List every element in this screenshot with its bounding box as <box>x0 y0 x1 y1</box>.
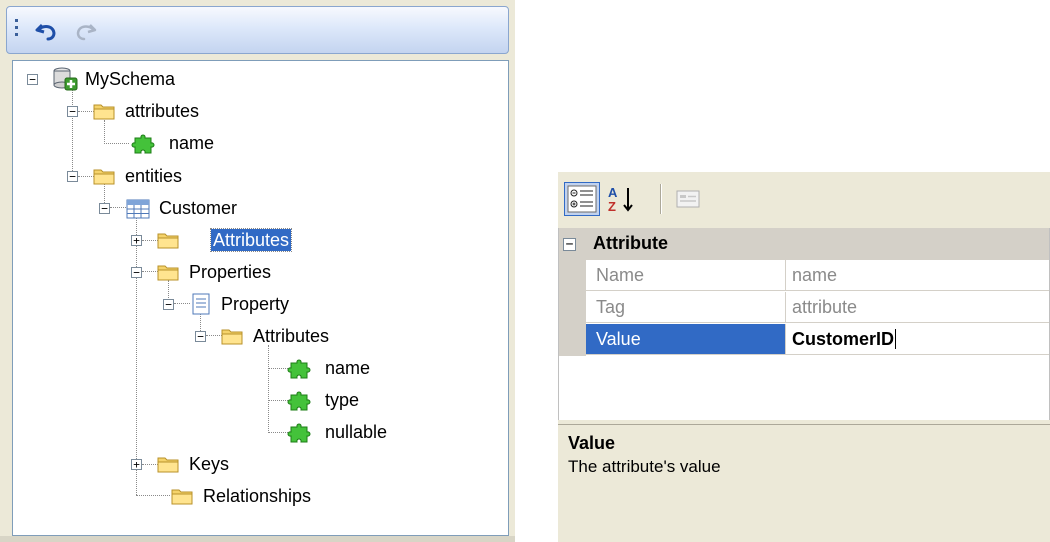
tree-node-relationships[interactable]: Relationships <box>131 482 351 510</box>
collapse-icon[interactable]: − <box>67 106 78 117</box>
folder-icon <box>171 489 193 505</box>
redo-button[interactable] <box>71 17 99 45</box>
panel-bottom-edge <box>0 536 515 542</box>
tree-node-label: entities <box>125 166 183 186</box>
expand-icon[interactable]: + <box>131 235 142 246</box>
property-row-name[interactable]: Name name <box>559 260 1049 292</box>
property-row-tag[interactable]: Tag attribute <box>559 292 1049 324</box>
tree-node-attributes-folder[interactable]: − attributes <box>67 97 267 125</box>
toolbar-separator <box>660 184 662 214</box>
property-value: name <box>786 260 1049 291</box>
schema-tree[interactable]: − MySchema − attributes name − entities … <box>12 60 509 536</box>
tree-node-label: Property <box>221 294 290 314</box>
property-grid-panel: A Z − Attribute Name name Tag attribute … <box>558 172 1050 542</box>
sort-az-icon: A Z <box>608 185 633 214</box>
description-text: The attribute's value <box>568 457 721 476</box>
svg-text:A: A <box>608 185 618 200</box>
tree-node-keys[interactable]: + Keys <box>131 450 331 478</box>
collapse-icon[interactable]: − <box>195 331 206 342</box>
property-grid-toolbar: A Z <box>558 172 1050 226</box>
tree-node-label: name <box>169 133 215 153</box>
property-pages-icon <box>676 190 700 208</box>
folder-icon <box>221 329 243 345</box>
tree-node-label: MySchema <box>85 69 176 89</box>
undo-icon <box>35 23 56 41</box>
folder-icon <box>93 104 115 120</box>
tree-node-attr-nullable[interactable]: nullable <box>287 418 447 446</box>
tree-node-entities-folder[interactable]: − entities <box>67 162 267 190</box>
tree-node-label: name <box>325 358 371 378</box>
tree-node-customer-attributes[interactable]: + Attributes <box>131 226 331 254</box>
property-name-selected: Value <box>586 324 786 355</box>
tree-node-label: Keys <box>189 454 230 474</box>
tree-node-attr-type[interactable]: type <box>287 386 447 414</box>
tree-node-properties[interactable]: − Properties <box>131 258 351 286</box>
description-title: Value <box>568 433 616 453</box>
collapse-icon[interactable]: − <box>27 74 38 85</box>
text-caret <box>895 329 897 349</box>
folder-icon <box>157 457 179 473</box>
property-value-editor[interactable]: CustomerID <box>786 324 1049 355</box>
property-pages-button[interactable] <box>670 182 706 216</box>
tree-node-label: Attributes <box>253 326 330 346</box>
database-icon <box>53 67 78 91</box>
puzzle-piece-icon <box>131 134 155 154</box>
alphabetical-sort-button[interactable]: A Z <box>604 182 640 216</box>
redo-icon <box>76 24 97 41</box>
puzzle-piece-icon <box>287 359 311 379</box>
tree-node-attribute-name[interactable]: name <box>131 129 331 157</box>
category-row-attribute[interactable]: − Attribute <box>559 228 1049 260</box>
tree-toolbar <box>6 6 509 54</box>
collapse-icon[interactable]: − <box>99 203 110 214</box>
collapse-icon[interactable]: − <box>67 171 78 182</box>
property-value: attribute <box>786 292 1049 323</box>
tree-node-customer[interactable]: − Customer <box>99 194 319 222</box>
expand-icon[interactable]: + <box>131 459 142 470</box>
categorized-button[interactable] <box>564 182 600 216</box>
tree-node-label: attributes <box>125 101 200 121</box>
tree-node-attr-name[interactable]: name <box>287 354 447 382</box>
tree-node-label: Customer <box>159 198 238 218</box>
tree-node-property[interactable]: − Property <box>163 290 383 318</box>
tree-node-label: type <box>325 390 360 410</box>
collapse-icon[interactable]: − <box>131 267 142 278</box>
property-document-icon <box>192 293 210 315</box>
property-name: Tag <box>586 292 786 323</box>
property-row-value[interactable]: Value CustomerID <box>559 324 1049 356</box>
undo-button[interactable] <box>33 17 61 45</box>
folder-icon <box>93 169 115 185</box>
tree-node-property-attributes[interactable]: − Attributes <box>195 322 415 350</box>
schema-explorer-panel: − MySchema − attributes name − entities … <box>0 0 515 542</box>
property-grid[interactable]: − Attribute Name name Tag attribute Valu… <box>558 228 1050 420</box>
table-icon <box>126 199 150 219</box>
puzzle-piece-icon <box>287 391 311 411</box>
tree-node-myschema[interactable]: − MySchema <box>27 65 227 93</box>
property-name: Name <box>586 260 786 291</box>
folder-icon <box>157 265 179 281</box>
tree-node-label: nullable <box>325 422 388 442</box>
category-label: Attribute <box>593 233 668 253</box>
description-pane: Value The attribute's value <box>558 424 1050 542</box>
tree-node-label: Properties <box>189 262 272 282</box>
categorized-icon <box>567 185 597 213</box>
folder-icon <box>157 233 179 249</box>
collapse-icon[interactable]: − <box>163 299 174 310</box>
collapse-icon[interactable]: − <box>563 238 576 251</box>
svg-text:Z: Z <box>608 199 616 214</box>
editor-text: CustomerID <box>792 329 895 349</box>
puzzle-piece-icon <box>287 423 311 443</box>
tree-node-label: Relationships <box>203 486 312 506</box>
tree-node-label-selected: Attributes <box>209 228 293 252</box>
toolbar-grip[interactable] <box>15 19 19 43</box>
